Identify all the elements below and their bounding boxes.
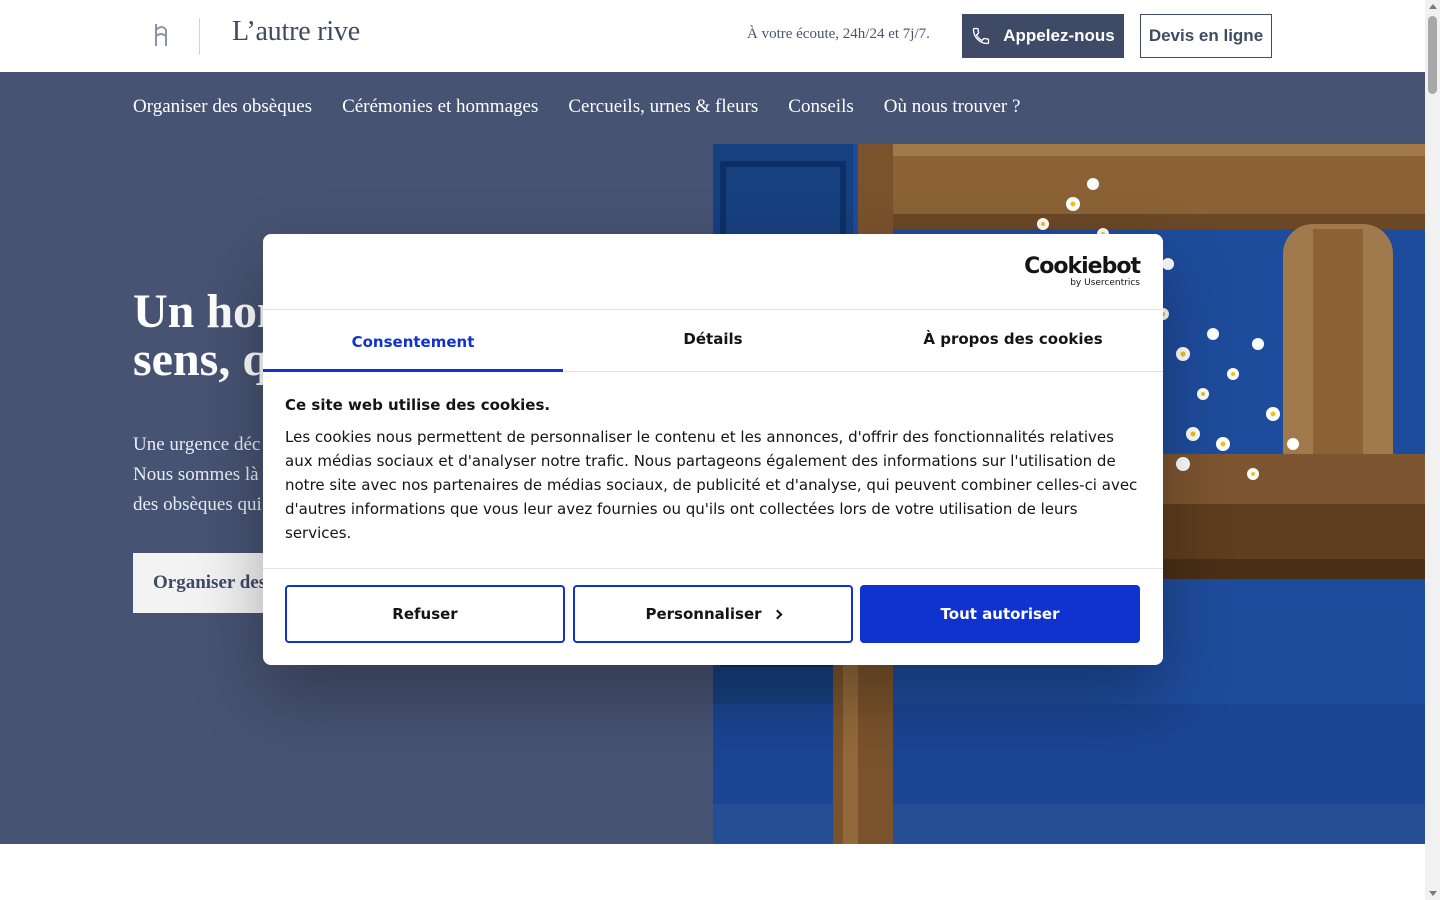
cookiebot-logo[interactable]: Cookiebot by Usercentrics xyxy=(1024,254,1141,289)
cookie-dialog-footer: Refuser Personnaliser Tout autoriser xyxy=(263,568,1163,665)
nav-item-ceremonies[interactable]: Cérémonies et hommages xyxy=(342,96,538,118)
call-button-label: Appelez-nous xyxy=(1003,26,1115,45)
logo-divider xyxy=(199,18,200,55)
chevron-right-icon xyxy=(772,609,782,620)
availability-text: À votre écoute, 24h/24 et 7j/7. xyxy=(747,26,930,42)
online-quote-button[interactable]: Devis en ligne xyxy=(1140,14,1272,58)
main-nav: Organiser des obsèques Cérémonies et hom… xyxy=(133,96,1020,118)
hero-title-line-1: Un hon xyxy=(133,285,284,338)
customize-button-label: Personnaliser xyxy=(645,605,762,623)
cookie-tabs: Consentement Détails À propos des cookie… xyxy=(263,310,1163,372)
nav-item-conseils[interactable]: Conseils xyxy=(788,96,853,118)
scroll-thumb[interactable] xyxy=(1428,16,1437,94)
tab-consentement-label: Consentement xyxy=(351,332,475,351)
cookie-dialog-header: Cookiebot by Usercentrics xyxy=(263,234,1163,310)
cookie-consent-dialog: Cookiebot by Usercentrics Consentement D… xyxy=(263,234,1163,665)
cookie-heading: Ce site web utilise des cookies. xyxy=(285,396,551,414)
scroll-down-arrow-icon[interactable] xyxy=(1429,891,1437,896)
brand-name[interactable]: L’autre rive xyxy=(232,16,360,48)
scroll-up-arrow-icon[interactable] xyxy=(1429,4,1437,9)
phone-icon xyxy=(973,27,990,45)
nav-item-organiser[interactable]: Organiser des obsèques xyxy=(133,96,312,118)
customize-button[interactable]: Personnaliser xyxy=(573,585,853,643)
allow-all-button[interactable]: Tout autoriser xyxy=(860,585,1140,643)
cookiebot-logo-text: Cookiebot xyxy=(1024,254,1141,279)
nav-item-ou-nous-trouver[interactable]: Où nous trouver ? xyxy=(884,96,1021,118)
cookiebot-logo-subtext: by Usercentrics xyxy=(1070,278,1140,288)
tab-consentement[interactable]: Consentement xyxy=(263,310,563,372)
brand-logo-icon[interactable] xyxy=(152,20,170,50)
cookie-description: Les cookies nous permettent de personnal… xyxy=(285,428,1138,542)
hero-text-line-3: des obsèques qui xyxy=(133,494,262,515)
nav-item-cercueils[interactable]: Cercueils, urnes & fleurs xyxy=(568,96,758,118)
hero-text-line-2: Nous sommes là xyxy=(133,464,259,485)
refuse-button[interactable]: Refuser xyxy=(285,585,565,643)
site-header: L’autre rive À votre écoute, 24h/24 et 7… xyxy=(0,0,1425,72)
call-button[interactable]: Appelez-nous xyxy=(962,14,1124,58)
tab-about-cookies[interactable]: À propos des cookies xyxy=(863,310,1163,371)
cookie-dialog-body: Ce site web utilise des cookies. Les coo… xyxy=(285,396,1145,545)
tab-about-cookies-label: À propos des cookies xyxy=(923,329,1103,348)
page-scrollbar[interactable] xyxy=(1425,0,1440,900)
hero-title-line-2: sens, q xyxy=(133,333,270,386)
hero-text-line-1: Une urgence déc xyxy=(133,434,261,455)
tab-details-label: Détails xyxy=(683,329,743,348)
tab-details[interactable]: Détails xyxy=(563,310,863,371)
